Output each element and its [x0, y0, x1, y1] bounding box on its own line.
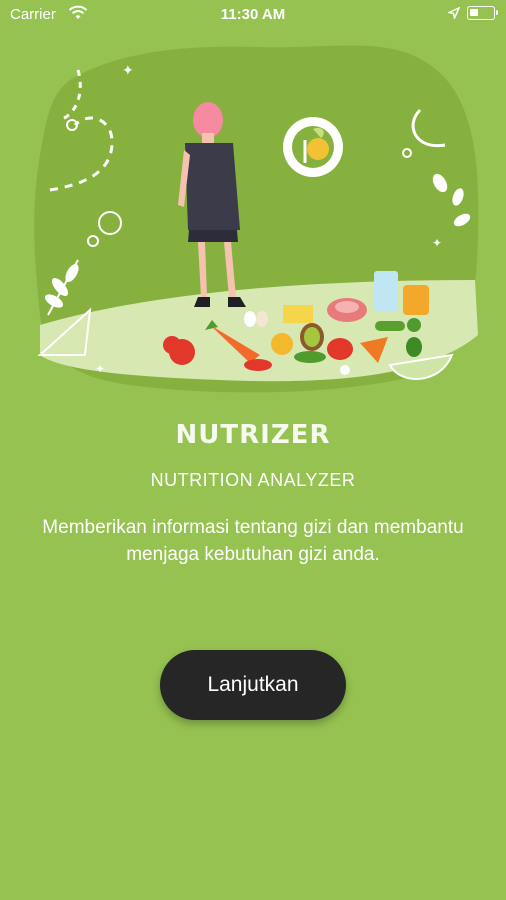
svg-text:✦: ✦ — [95, 362, 105, 376]
hero-illustration: ✦ ✦ ✦ — [0, 25, 506, 400]
svg-text:✦: ✦ — [122, 63, 134, 79]
app-name: NUTRIZER — [175, 420, 331, 450]
location-arrow-icon — [446, 6, 461, 23]
app-description: Memberikan informasi tentang gizi dan me… — [42, 517, 464, 565]
status-time: 11:30 AM — [220, 6, 286, 23]
app-tagline: NUTRITION ANALYZER — [150, 470, 356, 490]
battery-icon — [467, 6, 498, 20]
continue-button[interactable]: Lanjutkan — [160, 650, 346, 720]
svg-text:✦: ✦ — [432, 236, 442, 250]
